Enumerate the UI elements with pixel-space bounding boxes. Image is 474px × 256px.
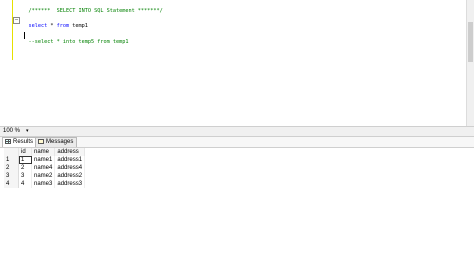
cell-name[interactable]: name3 [31,180,56,188]
change-margin-bar [12,0,13,60]
cell-id[interactable]: 3 [18,172,32,180]
zoom-dropdown-icon[interactable]: ▾ [26,127,29,136]
column-header-address[interactable]: address [54,148,86,156]
row-number[interactable]: 3 [4,172,19,180]
row-number[interactable]: 2 [4,164,19,172]
tab-messages-label: Messages [46,139,74,145]
cell-id[interactable]: 4 [18,180,32,188]
header-row: id name address [4,148,86,156]
corner-header[interactable] [4,148,19,156]
cell-address[interactable]: address4 [54,164,86,172]
results-table: id name address 1 1 name1 address1 2 2 n… [4,148,86,188]
results-grid[interactable]: id name address 1 1 name1 address1 2 2 n… [0,148,474,256]
cell-address[interactable]: address3 [54,180,86,188]
cell-id[interactable]: 1 [18,156,32,164]
cell-name[interactable]: name1 [31,156,56,164]
table-row[interactable]: 2 2 name4 address4 [4,164,86,172]
table-row[interactable]: 4 4 name3 address3 [4,180,86,188]
select-star: * [47,23,57,29]
scrollbar-thumb[interactable] [468,22,473,62]
comment-text: /****** SELECT INTO SQL Statement ******… [28,8,163,14]
zoom-level[interactable]: 100 % [3,127,20,136]
tab-results-label: Results [13,139,34,145]
query-editor[interactable]: /****** SELECT INTO SQL Statement ******… [0,0,474,126]
table-row[interactable]: 3 3 name2 address2 [4,172,86,180]
keyword-select: select [28,23,48,29]
grid-icon [5,138,11,144]
tab-results[interactable]: Results [2,137,38,147]
message-icon [38,138,44,144]
keyword-from: from [56,23,70,29]
results-tabs: Results Messages [0,137,474,148]
cell-address[interactable]: address2 [54,172,86,180]
code-line-commented-select-into[interactable]: --select * into temp5 from temp1 [16,32,129,53]
column-header-id[interactable]: id [18,148,32,156]
column-header-name[interactable]: name [31,148,56,156]
row-number[interactable]: 1 [4,156,19,164]
cell-id[interactable]: 2 [18,164,32,172]
tab-messages[interactable]: Messages [35,137,78,147]
cell-name[interactable]: name4 [31,164,56,172]
cell-address[interactable]: address1 [54,156,86,164]
row-number[interactable]: 4 [4,180,19,188]
cell-name[interactable]: name2 [31,172,56,180]
table-name: temp1 [69,23,88,29]
zoom-bar: 100 % ▾ [0,126,474,137]
comment-text: --select * into temp5 from temp1 [28,39,129,45]
editor-vertical-scrollbar[interactable] [466,0,474,126]
table-row[interactable]: 1 1 name1 address1 [4,156,86,164]
text-caret [24,32,25,39]
